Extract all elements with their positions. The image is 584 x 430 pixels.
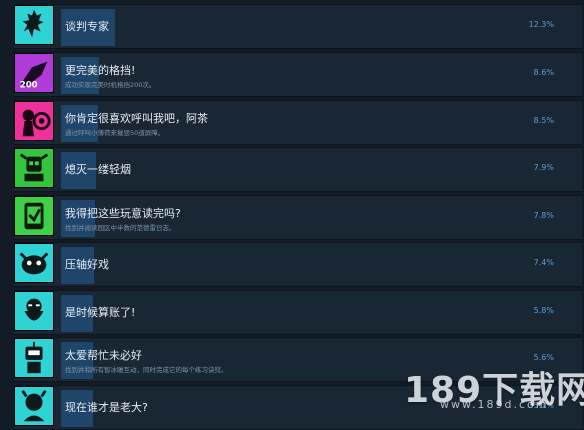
achievement-row[interactable]: 谈判专家 12.3%: [14, 4, 582, 49]
girl-with-robot-icon: [14, 101, 54, 141]
parry-200-icon: 200: [14, 53, 54, 93]
watermark-url: www.189d.com: [440, 398, 549, 411]
achievement-title: 是时候算账了!: [65, 306, 136, 319]
unlock-percent-label: 12.3%: [528, 20, 554, 29]
achievement-description: 成功实现完美时机格挡200次。: [65, 81, 156, 89]
robot-helper-icon: [14, 338, 54, 378]
achievement-description: 通过呼叫小薄荷来摧毁50道屏障。: [65, 129, 165, 137]
unlock-percent-label: 7.8%: [533, 211, 554, 220]
svg-text:200: 200: [20, 80, 38, 90]
unlock-percent-label: 7.4%: [533, 258, 554, 267]
achievement-title: 压轴好戏: [65, 258, 109, 271]
bearded-boss-icon: [14, 291, 54, 331]
achievement-row[interactable]: 是时候算账了! 5.8%: [14, 290, 582, 335]
unlock-percent-label: 5.8%: [533, 306, 554, 315]
skull-robot-icon: [14, 148, 54, 188]
achievement-row[interactable]: 200 更完美的格挡! 成功实现完美时机格挡200次。 8.6%: [14, 52, 582, 97]
achievement-title: 更完美的格挡!: [65, 64, 136, 77]
achievement-title: 太爱帮忙未必好: [65, 349, 142, 362]
unlock-percent-label: 8.6%: [533, 68, 554, 77]
achievement-title: 谈判专家: [65, 20, 109, 33]
wolf-silhouette-icon: [14, 5, 54, 45]
dragon-face-icon: [14, 243, 54, 283]
achievement-row[interactable]: 压轴好戏 7.4%: [14, 242, 582, 287]
achievement-title: 我得把这些玩意读完吗?: [65, 207, 181, 220]
unlock-percent-label: 7.9%: [533, 163, 554, 172]
achievement-description: 找到并和所有智冰雕互动，同时完成它的每个练习诀窍。: [65, 366, 228, 374]
achievement-row[interactable]: 你肯定很喜欢呼叫我吧，阿茶通过呼叫小薄荷来摧毁50道屏障。 8.5%: [14, 100, 582, 145]
achievement-title: 现在谁才是老大?: [65, 401, 148, 414]
achievement-row[interactable]: 熄灭一缕轻烟 7.9%: [14, 147, 582, 192]
old-man-icon: [14, 386, 54, 426]
achievement-title: 你肯定很喜欢呼叫我吧，阿茶: [65, 112, 208, 125]
phone-scroll-icon: [14, 196, 54, 236]
unlock-percent-label: 8.5%: [533, 116, 554, 125]
achievement-row[interactable]: 我得把这些玩意读完吗? 找到并阅读园区中半数的范德雷日志。 7.8%: [14, 195, 582, 240]
achievement-description: 找到并阅读园区中半数的范德雷日志。: [65, 224, 176, 232]
achievement-title: 熄灭一缕轻烟: [65, 163, 131, 176]
